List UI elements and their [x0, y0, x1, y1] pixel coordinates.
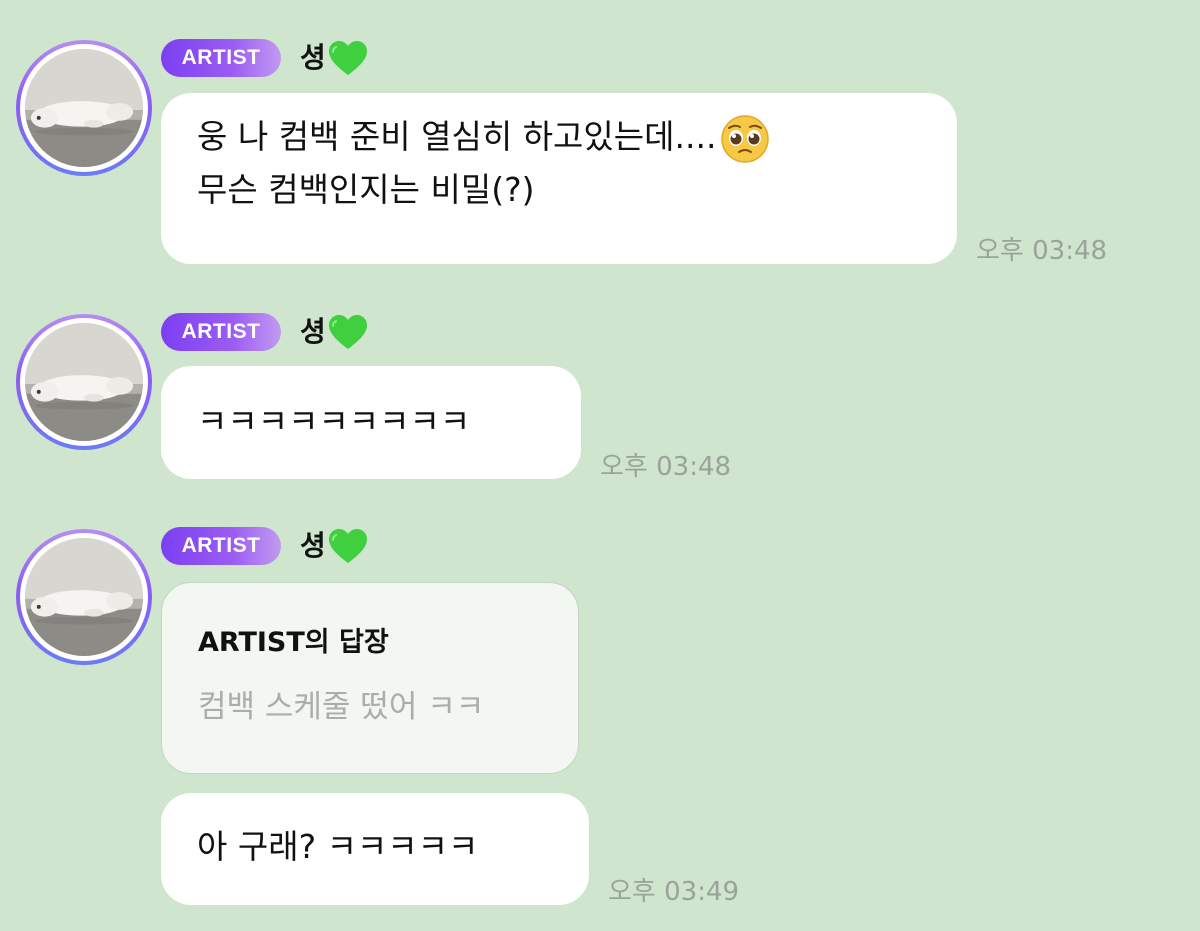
- avatar[interactable]: [16, 40, 152, 176]
- sender-name-text: 셩: [300, 315, 326, 348]
- artist-badge: ARTIST: [161, 39, 281, 77]
- artist-badge: ARTIST: [161, 527, 281, 565]
- artist-badge: ARTIST: [161, 313, 281, 351]
- sender-name-text: 셩: [300, 529, 326, 562]
- dog-photo-icon: [25, 538, 143, 656]
- sender-name: 셩: [300, 312, 368, 352]
- avatar[interactable]: [16, 529, 152, 665]
- reply-title: ARTIST의 답장: [198, 627, 389, 658]
- timestamp: 오후 03:48: [600, 452, 732, 482]
- sender-name: 셩: [300, 526, 368, 566]
- timestamp: 오후 03:49: [608, 877, 740, 907]
- sender-name-text: 셩: [300, 41, 326, 74]
- pleading-face-icon: [721, 114, 770, 163]
- dog-photo-icon: [25, 323, 143, 441]
- avatar[interactable]: [16, 314, 152, 450]
- timestamp: 오후 03:48: [976, 236, 1108, 266]
- dog-photo-icon: [25, 49, 143, 167]
- reply-quote-bubble[interactable]: ARTIST의 답장 컴백 스케줄 떴어 ㅋㅋ: [161, 582, 579, 774]
- sender-name: 셩: [300, 38, 368, 78]
- green-heart-icon: [328, 315, 368, 351]
- message-bubble[interactable]: 웅 나 컴백 준비 열심히 하고있는데.... 무슨 컴백인지는 비밀(?): [161, 93, 957, 264]
- message-bubble[interactable]: ㅋㅋㅋㅋㅋㅋㅋㅋㅋ: [161, 366, 581, 479]
- green-heart-icon: [328, 529, 368, 565]
- message-line: 웅 나 컴백 준비 열심히 하고있는데....: [197, 111, 921, 164]
- message-text: ㅋㅋㅋㅋㅋㅋㅋㅋㅋ: [197, 402, 471, 441]
- message-bubble[interactable]: 아 구래? ㅋㅋㅋㅋㅋ: [161, 793, 589, 905]
- reply-quoted-text: 컴백 스케줄 떴어 ㅋㅋ: [198, 689, 485, 725]
- green-heart-icon: [328, 41, 368, 77]
- message-text: 아 구래? ㅋㅋㅋㅋㅋ: [197, 827, 479, 866]
- message-line-text: 웅 나 컴백 준비 열심히 하고있는데....: [197, 117, 717, 156]
- message-line: 무슨 컴백인지는 비밀(?): [197, 169, 535, 209]
